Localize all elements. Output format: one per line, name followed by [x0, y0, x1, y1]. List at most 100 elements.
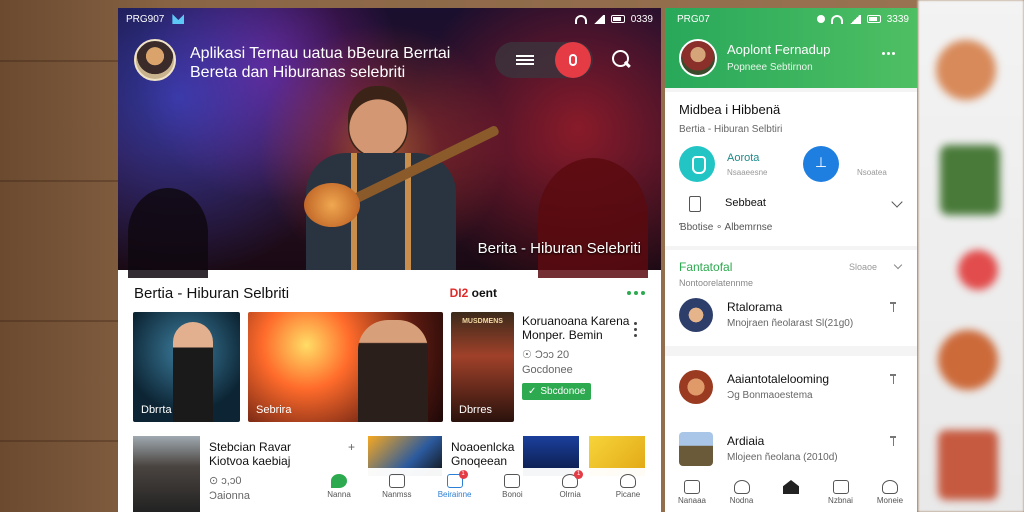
signal-icon — [848, 14, 861, 24]
page-title: Aplikasi Ternau uatua bBeura Berrtai Ber… — [190, 44, 490, 82]
carrier-label: PRG07 — [677, 13, 710, 25]
featured-meta: ☉ Ɔɔɔ 20 — [522, 349, 570, 361]
info-card: Midbea i Hibbenä Bertia - Hiburan Selbti… — [665, 92, 917, 246]
nav-home[interactable]: Nanaaa — [671, 474, 713, 512]
featured-info: Koruanoana Karena Monper. Bemin ☉ Ɔɔɔ 20… — [522, 314, 642, 400]
profile-icon — [882, 480, 898, 494]
status-bar: PRG907 0339 — [126, 8, 653, 30]
option-label: Aorota — [727, 152, 760, 164]
item-menu-icon[interactable] — [890, 436, 901, 446]
nav-search[interactable]: Nodna — [721, 474, 763, 512]
avatar[interactable] — [134, 39, 176, 81]
list-item[interactable]: Rtalorama Mnojraen ñeolarast Sl(21g0) — [665, 290, 917, 346]
notification-dot-icon — [816, 15, 825, 23]
bottom-nav: Nanaaa Nodna Nzbnai Moneie — [665, 474, 917, 512]
bag-icon — [504, 474, 521, 488]
card-person-image — [173, 322, 213, 422]
more-dots-icon[interactable] — [627, 291, 645, 295]
card-person-image — [358, 320, 428, 422]
card-label: Sebrira — [256, 404, 292, 416]
chevron-down-icon[interactable] — [893, 260, 903, 270]
list-card-2: Aaiantotalelooming Ɔg Bonmaoestema Ardia… — [665, 356, 917, 476]
select-label[interactable]: Sebbeat — [725, 197, 766, 209]
item-subtitle: Mlojeen ñeolana (2010d) — [727, 452, 838, 463]
chevron-down-icon[interactable] — [891, 196, 903, 208]
content-card-1[interactable]: Dbrrta — [133, 312, 240, 422]
follow-button[interactable]: ✓ Sbcdonoe — [522, 383, 592, 400]
wifi-icon — [574, 14, 587, 24]
section-badge[interactable]: DI2 oent — [450, 286, 497, 300]
more-options-icon[interactable] — [882, 52, 895, 55]
record-button[interactable] — [555, 42, 591, 78]
row-meta: ⊙ ɔ,ɔ0 — [209, 475, 242, 487]
item-menu-icon[interactable] — [890, 302, 901, 312]
nav-label: Picane — [615, 490, 641, 499]
featured-meta-2: Gocdonee — [522, 364, 573, 376]
header-action-pill — [495, 42, 593, 78]
clock-label: 3339 — [886, 13, 909, 25]
card-subtitle: Bertia - Hiburan Selbtiri — [679, 124, 783, 135]
nav-label: Nzbnai — [828, 496, 853, 505]
nav-profile[interactable]: Moneie — [869, 474, 911, 512]
check-icon: ✓ — [528, 386, 537, 397]
list-card: Fantatofal Sloaoe Nontoorelatennme Rtalo… — [665, 250, 917, 346]
app-header: PRG07 3339 Aoplont Fernadup Popneee Sebt… — [665, 8, 917, 88]
section-header: Bertia - Hiburan Selbriti DI2 oent — [134, 283, 645, 303]
item-menu-icon[interactable] — [890, 374, 901, 384]
nav-label: Bonoi — [502, 490, 523, 499]
item-title: Ardiaia — [727, 434, 765, 448]
row-text: Stebcian Ravar Kiotvoa kaebiaj ⊙ ɔ,ɔ0 Ɔa… — [209, 440, 309, 502]
performer-image — [286, 68, 476, 270]
mic-icon — [569, 54, 577, 66]
left-phone-screen: Berita - Hiburan Selebriti PRG907 0339 A… — [118, 8, 661, 512]
menu-icon[interactable] — [495, 55, 555, 65]
content-card-3[interactable]: MUSDMENS Dbrres — [451, 312, 514, 422]
list-card-title: Fantatofal — [679, 260, 733, 274]
nav-clock[interactable]: 1 Olrnia — [549, 468, 591, 504]
app-logo-icon — [172, 14, 185, 24]
nav-label: Moneie — [876, 496, 904, 505]
card-title: Midbea i Hibbenä — [679, 102, 781, 117]
section-title: Bertia - Hiburan Selbriti — [134, 284, 290, 302]
search-icon[interactable] — [612, 50, 632, 70]
poster-title: MUSDMENS — [462, 318, 503, 325]
row-thumbnail — [133, 436, 200, 512]
kebab-menu-icon[interactable] — [634, 322, 638, 338]
nav-label: Nanna — [327, 490, 351, 499]
battery-icon — [610, 15, 625, 23]
featured-title[interactable]: Koruanoana Karena Monper. Bemin — [522, 314, 642, 342]
card-label: Dbrrta — [141, 404, 172, 416]
hero-caption: Berita - Hiburan Selebriti — [477, 240, 641, 257]
content-card-2[interactable]: Sebrira — [248, 312, 443, 422]
nav-tv[interactable]: Nzbnai — [820, 474, 862, 512]
nav-home[interactable]: Nanna — [318, 468, 360, 504]
item-subtitle: Mnojraen ñeolarast Sl(21g0) — [727, 318, 854, 329]
page-title-line1: Aplikasi Ternau uatua bBeura Berrtai — [190, 45, 451, 62]
home-icon — [684, 480, 700, 494]
wifi-icon — [830, 14, 843, 24]
shield-icon[interactable] — [679, 146, 715, 182]
item-avatar — [679, 370, 713, 404]
item-title: Aaiantotalelooming — [727, 372, 830, 386]
notification-badge: 1 — [458, 470, 468, 479]
nav-chat[interactable]: Nanmss — [376, 468, 418, 504]
signal-icon — [592, 14, 605, 24]
nav-bag[interactable]: Bonoi — [491, 468, 533, 504]
search-icon — [733, 480, 750, 494]
pin-icon[interactable] — [803, 146, 839, 182]
follow-button-label: Sbcdonoe — [540, 386, 586, 397]
list-item[interactable]: Aaiantotalelooming Ɔg Bonmaoestema — [665, 362, 917, 418]
page-title-line2: Bereta dan Hiburanas selebriti — [190, 64, 406, 81]
row-thumb-title: Noaoenlcka Gnoqeean — [451, 440, 515, 468]
list-card-action[interactable]: Sloaoe — [849, 262, 877, 272]
nav-play[interactable]: 1 Beirainne — [434, 468, 476, 504]
header-subtitle: Popneee Sebtirnon — [727, 62, 813, 73]
header-title: Aoplont Fernadup — [727, 42, 831, 57]
option-sublabel: Nsaaeesne — [727, 168, 768, 177]
avatar[interactable] — [679, 39, 717, 77]
list-item[interactable]: Ardiaia Mlojeen ñeolana (2010d) — [665, 424, 917, 480]
nav-label: Olrnia — [559, 490, 581, 499]
add-icon[interactable]: + — [348, 440, 355, 454]
nav-home-active[interactable] — [770, 474, 812, 512]
nav-profile[interactable]: Picane — [607, 468, 649, 504]
